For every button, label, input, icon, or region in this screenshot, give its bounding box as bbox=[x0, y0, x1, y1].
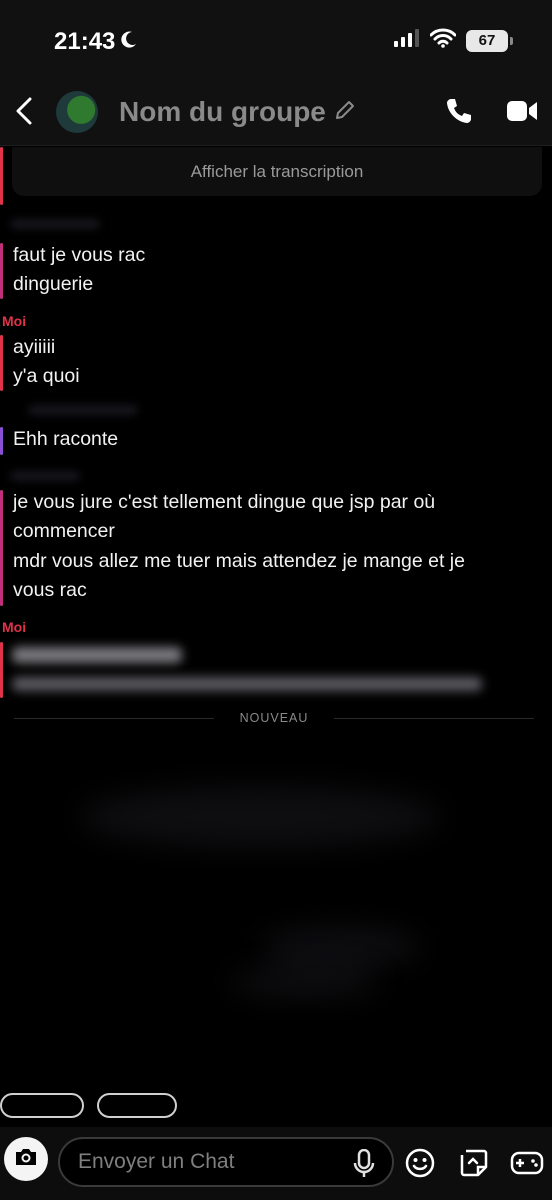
signal-icon bbox=[394, 29, 420, 52]
group-name: Nom du groupe bbox=[119, 96, 326, 127]
message-accent-bar bbox=[0, 427, 3, 455]
background-smudge bbox=[260, 927, 420, 967]
status-bar: 21:43 67 bbox=[0, 0, 552, 82]
new-messages-label: NOUVEAU bbox=[239, 711, 309, 725]
emoji-icon bbox=[404, 1148, 436, 1183]
group-name-button[interactable]: Nom du groupe bbox=[119, 96, 356, 128]
wifi-icon bbox=[429, 28, 457, 53]
message-accent-bar bbox=[0, 243, 3, 299]
battery-level: 67 bbox=[478, 32, 496, 49]
show-transcript-button[interactable]: Afficher la transcription bbox=[12, 147, 542, 196]
mic-icon[interactable] bbox=[352, 1148, 378, 1179]
pencil-icon bbox=[334, 96, 356, 128]
message-accent-bar bbox=[0, 335, 3, 391]
clock-text: 21:43 bbox=[54, 28, 116, 55]
sticker-button[interactable] bbox=[458, 1147, 492, 1181]
message-accent-bar bbox=[0, 147, 3, 205]
group-avatar[interactable] bbox=[56, 91, 98, 133]
message-line: faut je vous rac bbox=[13, 244, 146, 266]
video-icon bbox=[506, 101, 538, 128]
message-line: je vous jure c'est tellement dingue que … bbox=[13, 491, 436, 513]
back-icon bbox=[15, 97, 33, 130]
games-button[interactable] bbox=[510, 1147, 546, 1181]
divider-line bbox=[14, 717, 214, 719]
sender-name: Moi bbox=[2, 619, 27, 635]
chat-input[interactable] bbox=[60, 1150, 330, 1174]
message-line: commencer bbox=[13, 520, 115, 542]
back-button[interactable] bbox=[10, 96, 38, 130]
video-call-button[interactable] bbox=[506, 98, 540, 128]
sender-name-redacted bbox=[10, 219, 100, 229]
chat-header: Nom du groupe bbox=[0, 82, 552, 146]
status-icons: 67 bbox=[394, 28, 513, 53]
emoji-button[interactable] bbox=[404, 1147, 438, 1181]
background-smudge bbox=[80, 787, 440, 847]
moon-icon bbox=[121, 28, 137, 56]
message-line: vous rac bbox=[13, 579, 87, 601]
sender-name-redacted bbox=[28, 405, 138, 415]
redacted-pill[interactable] bbox=[97, 1093, 177, 1118]
sender-name-redacted bbox=[10, 471, 80, 481]
status-time: 21:43 bbox=[54, 28, 137, 56]
sender-name: Moi bbox=[2, 313, 27, 329]
camera-icon bbox=[14, 1147, 38, 1172]
battery-icon: 67 bbox=[466, 29, 513, 52]
sticker-icon bbox=[458, 1149, 490, 1183]
message-line: dinguerie bbox=[13, 273, 94, 295]
message-redacted bbox=[12, 677, 482, 691]
background-smudge bbox=[230, 967, 380, 997]
message-line: Ehh raconte bbox=[13, 428, 119, 450]
message-accent-bar bbox=[0, 490, 3, 606]
phone-icon bbox=[444, 99, 474, 130]
show-transcript-label: Afficher la transcription bbox=[190, 161, 364, 181]
camera-button[interactable] bbox=[4, 1137, 48, 1181]
message-line: mdr vous allez me tuer mais attendez je … bbox=[13, 550, 465, 572]
redacted-pill[interactable] bbox=[0, 1093, 84, 1118]
message-line: y'a quoi bbox=[13, 365, 80, 387]
chat-input-field[interactable] bbox=[58, 1137, 394, 1187]
divider-line bbox=[333, 717, 534, 719]
chat-input-bar bbox=[0, 1127, 552, 1200]
message-accent-bar bbox=[0, 642, 3, 698]
new-messages-divider: NOUVEAU bbox=[14, 710, 534, 726]
message-line: ayiiiii bbox=[13, 336, 56, 358]
chat-area[interactable]: Afficher la transcription faut je vous r… bbox=[0, 147, 552, 1127]
voice-call-button[interactable] bbox=[444, 96, 478, 130]
game-controller-icon bbox=[510, 1151, 544, 1181]
message-redacted bbox=[12, 647, 182, 663]
